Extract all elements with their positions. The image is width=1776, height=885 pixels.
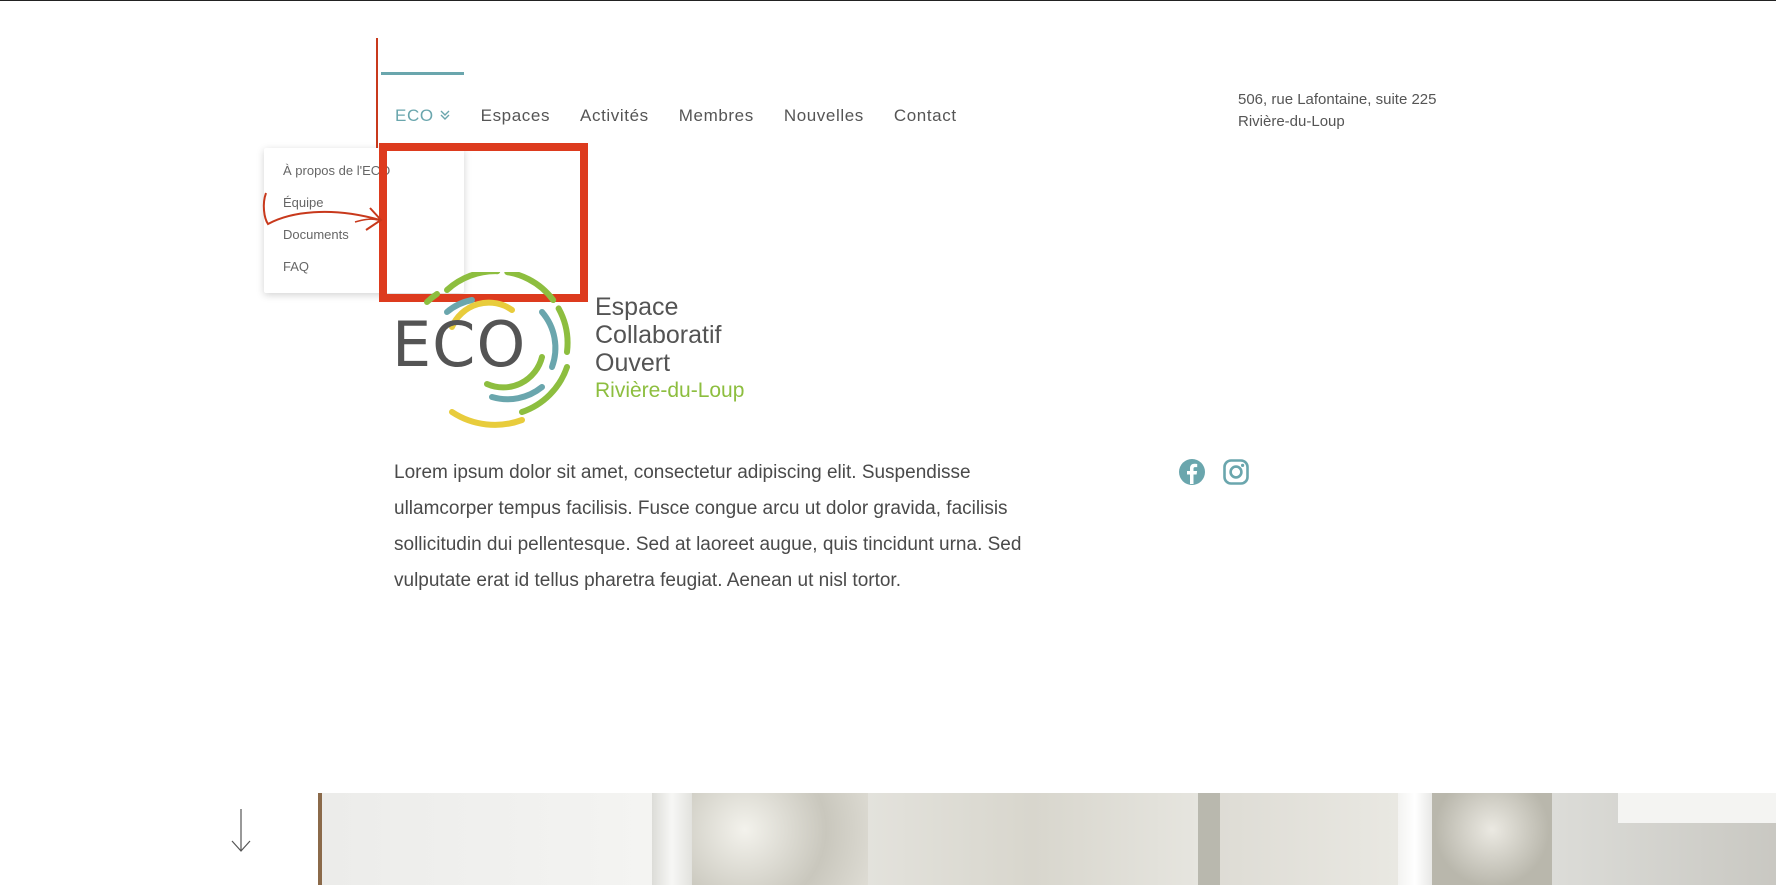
logo-city: Rivière-du-Loup — [595, 379, 745, 402]
top-border — [0, 0, 1776, 1]
nav-item-activites[interactable]: Activités — [580, 106, 649, 126]
address-line-2: Rivière-du-Loup — [1238, 113, 1345, 130]
annotation-vertical-line — [376, 38, 378, 148]
logo-line-2: Collaboratif — [595, 321, 722, 349]
hero-photo — [318, 793, 1776, 885]
nav-item-membres[interactable]: Membres — [679, 106, 754, 126]
nav-item-label: Contact — [893, 106, 957, 125]
nav-item-label: Espaces — [480, 106, 551, 125]
nav-item-contact[interactable]: Contact — [894, 106, 957, 126]
nav-item-label: Nouvelles — [783, 106, 864, 125]
logo-line-3: Ouvert — [595, 349, 671, 377]
nav-item-eco[interactable]: ECO — [395, 106, 451, 126]
facebook-icon[interactable] — [1178, 458, 1206, 486]
address-line-1: 506, rue Lafontaine, suite 225 — [1238, 91, 1437, 108]
arrow-down-icon[interactable] — [230, 808, 252, 853]
logo-line-1: Espace — [595, 293, 679, 321]
address: 506, rue Lafontaine, suite 225 Rivière-d… — [1238, 89, 1437, 133]
nav-item-label: Membres — [678, 106, 754, 125]
nav-item-espaces[interactable]: Espaces — [481, 106, 550, 126]
nav-item-label: ECO — [395, 106, 434, 125]
chevron-double-down-icon — [439, 109, 451, 121]
active-nav-indicator — [381, 72, 464, 75]
social-links — [1178, 458, 1250, 486]
instagram-icon[interactable] — [1222, 458, 1250, 486]
nav-item-nouvelles[interactable]: Nouvelles — [784, 106, 864, 126]
annotation-arrow-icon — [262, 192, 383, 231]
eco-logo[interactable]: ECO Espace Collaboratif Ouvert Rivière-d… — [392, 272, 792, 432]
intro-paragraph: Lorem ipsum dolor sit amet, consectetur … — [394, 462, 1022, 591]
logo-acronym: ECO — [392, 308, 527, 381]
logo-name: Espace Collaboratif Ouvert — [595, 293, 721, 377]
dropdown-item-faq[interactable]: FAQ — [283, 259, 309, 274]
nav-item-label: Activités — [580, 106, 649, 125]
main-nav: ECO Espaces Activités Membres Nouvelles … — [395, 106, 957, 126]
page: ECO Espaces Activités Membres Nouvelles … — [0, 0, 1776, 885]
dropdown-item-a-propos[interactable]: À propos de l'ECO — [283, 163, 390, 178]
